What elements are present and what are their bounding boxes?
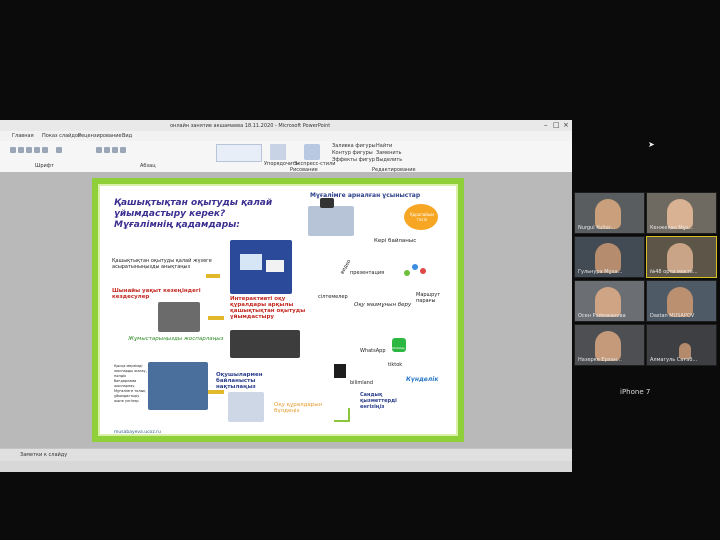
status-bar: Заметки к слайду	[0, 448, 572, 461]
participant-name: Кенжеқан Мұх...	[650, 225, 694, 231]
shape-effects-button[interactable]: Эффекты фигур	[332, 157, 375, 163]
thought-bubble: Қарапайым тәсіл	[404, 204, 438, 230]
underline-icon[interactable]	[26, 147, 32, 153]
laptop-shape	[266, 260, 284, 272]
step-3-text: Интерактивті оқу құралдары арқылы қашықт…	[230, 296, 306, 320]
find-button[interactable]: Найти	[376, 143, 392, 149]
participant-tile[interactable]: Осен Раймжанова	[574, 280, 645, 322]
participant-name: Гульнура Мұха...	[578, 269, 623, 275]
device-label: iPhone 7	[620, 388, 651, 396]
arrange-icon[interactable]	[270, 144, 286, 160]
tiktok-icon	[334, 364, 346, 378]
group-paragraph: Абзац	[140, 163, 156, 169]
participant-tile[interactable]: Алмагуль Сағаб...	[646, 324, 717, 366]
justify-icon[interactable]	[120, 147, 126, 153]
notes-placeholder[interactable]: Заметки к слайду	[20, 452, 67, 458]
step-6-text: Оқу құралдарын бүлдеңіз	[274, 402, 323, 414]
bilimland-label: bilimland	[350, 380, 374, 386]
participant-name: Назерке Ерхан...	[578, 357, 622, 363]
ribbon-tabs: Главная Показ слайдов Рецензирование Вид	[0, 131, 572, 141]
replace-button[interactable]: Заменить	[376, 150, 402, 156]
group-font: Шрифт	[35, 163, 54, 169]
participant-tile[interactable]: Dastan MUSAPOV	[646, 280, 717, 322]
monitor-shape	[240, 254, 262, 270]
tiktok-label: tiktok	[388, 362, 403, 368]
align-center-icon[interactable]	[104, 147, 110, 153]
step-4-text: Жұмыстарыңызды жоспарлаңыз	[128, 336, 224, 342]
participant-tile-active[interactable]: №48 орта мекте...	[646, 236, 717, 278]
dot-blue	[412, 264, 418, 270]
shape-outline-button[interactable]: Контур фигуры	[332, 150, 373, 156]
arrow-right-1	[206, 274, 220, 278]
participant-name: №48 орта мекте...	[650, 269, 698, 275]
route-sheet-label: Маршрут парағы	[416, 292, 441, 304]
participant-name: Алмагуль Сағаб...	[650, 357, 698, 363]
left-note-text: Қысқа мерзімді жоспарды жасау, пәндік ба…	[114, 364, 147, 403]
participant-tile[interactable]: Назерке Ерхан...	[574, 324, 645, 366]
screenshot-image	[228, 392, 264, 422]
mouse-cursor-icon: ➤	[648, 140, 655, 149]
colorful-dots-icon	[404, 260, 430, 280]
meeting-photo	[158, 302, 200, 332]
devices-image	[230, 240, 292, 294]
select-button[interactable]: Выделить	[376, 157, 402, 163]
shadow-icon[interactable]	[42, 147, 48, 153]
bold-icon[interactable]	[10, 147, 16, 153]
graduation-cap-icon	[320, 198, 334, 208]
window-title: онлайн занятие акшамаева 18.11.2020 - Mi…	[170, 123, 331, 129]
tab-slideshow[interactable]: Показ слайдов	[42, 133, 81, 139]
minimize-icon[interactable]: –	[544, 121, 548, 129]
digital-services-label: Сандық қызметтерді енгізіңіз	[360, 392, 397, 410]
participant-tile[interactable]: Кенжеқан Мұх...	[646, 192, 717, 234]
network-computers-image	[308, 206, 354, 236]
close-icon[interactable]: ×	[563, 121, 569, 129]
italic-icon[interactable]	[18, 147, 24, 153]
tab-view[interactable]: Вид	[122, 133, 132, 139]
slide-title: Қашықтықтан оқытуды қалай ұйымдастыру ке…	[114, 198, 273, 230]
laptop-book-image	[148, 362, 208, 410]
arrow-double-1	[208, 316, 224, 320]
slide[interactable]: Қашықтықтан оқытуды қалай ұйымдастыру ке…	[92, 178, 464, 442]
whatsapp-logo-text: WhatsApp	[392, 347, 405, 350]
whatsapp-label: WhatsApp	[360, 348, 386, 354]
participant-name: Nurgul Kultar...	[578, 225, 616, 231]
slide-footer: musabayeva.ucoz.ru	[114, 430, 161, 435]
step-2-text: Шынайы уақыт кезеңіндегі кездесулер	[112, 288, 201, 300]
align-left-icon[interactable]	[96, 147, 102, 153]
ribbon: Шрифт Абзац Упорядочить Экспресс-стили З…	[0, 141, 572, 173]
links-label: сілтемелер	[318, 294, 348, 300]
feedback-label: Кері байланыс	[374, 238, 417, 244]
align-right-icon[interactable]	[112, 147, 118, 153]
content-label: Оқу мазмұнын беру	[354, 302, 412, 308]
whatsapp-icon: WhatsApp	[392, 338, 406, 352]
participant-tile[interactable]: Гульнура Мұха...	[574, 236, 645, 278]
step-1-text: Қашықтықтан оқытуды қалай жүзеге асыраты…	[112, 258, 212, 270]
shapes-gallery[interactable]	[216, 144, 262, 162]
participant-name: Осен Раймжанова	[578, 313, 626, 319]
tab-review[interactable]: Рецензирование	[78, 133, 122, 139]
dot-red	[420, 268, 426, 274]
kundelik-logo: Күнделік	[406, 376, 439, 383]
step-5-text: Оқушылармен байланысты нақтылаңыз	[216, 372, 263, 390]
styles-icon[interactable]	[304, 144, 320, 160]
laptops-photo	[230, 330, 300, 358]
dot-green	[404, 270, 410, 276]
font-color-icon[interactable]	[56, 147, 62, 153]
bubble-text: Қарапайым тәсіл	[409, 212, 435, 222]
maximize-icon[interactable]: □	[553, 121, 560, 129]
participant-name: Dastan MUSAPOV	[650, 313, 695, 319]
arrow-right-2	[208, 390, 224, 394]
participant-tile[interactable]: Nurgul Kultar...	[574, 192, 645, 234]
strike-icon[interactable]	[34, 147, 40, 153]
presentation-label: презентация	[350, 270, 385, 276]
curved-arrow	[334, 408, 350, 422]
tab-home[interactable]: Главная	[12, 133, 34, 139]
shape-fill-button[interactable]: Заливка фигуры	[332, 143, 376, 149]
